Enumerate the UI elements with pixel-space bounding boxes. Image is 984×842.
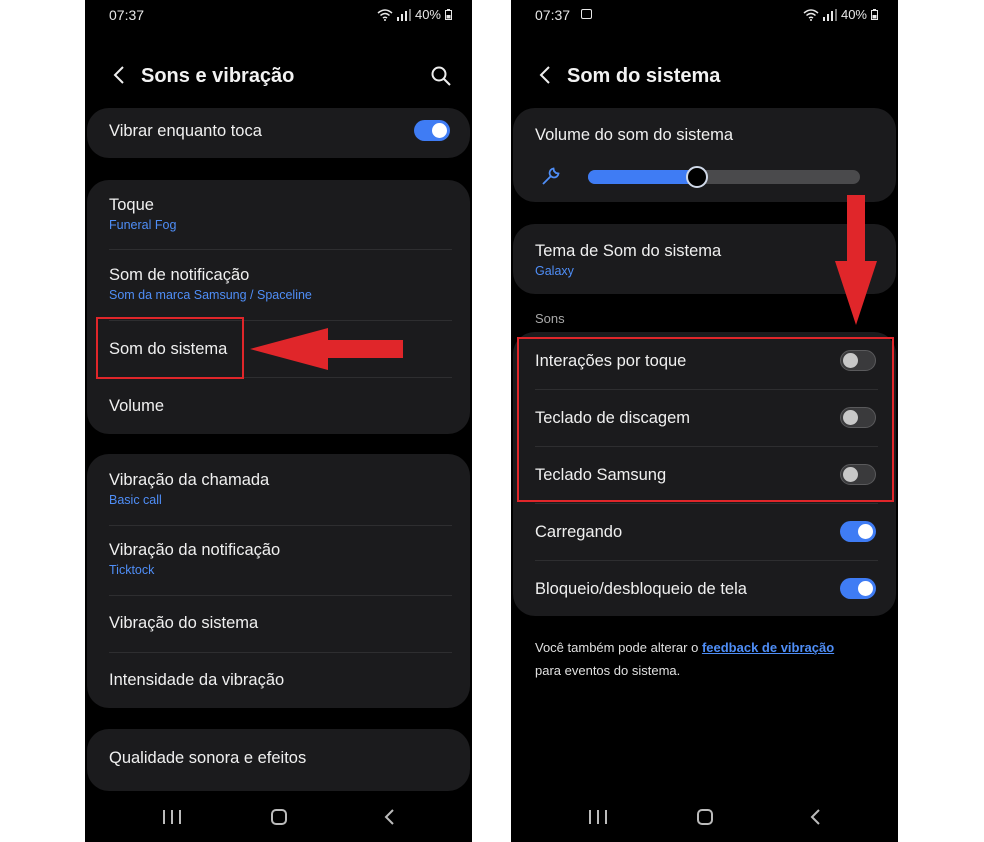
signal-icon (822, 8, 837, 21)
system-volume-slider[interactable] (588, 166, 860, 188)
recent-apps-icon[interactable] (589, 810, 607, 824)
screen-lock-label: Bloqueio/desbloqueio de tela (535, 580, 747, 598)
note-prefix: Você também pode alterar o (535, 640, 702, 655)
volume-label: Volume (109, 397, 165, 415)
wifi-icon (377, 8, 393, 21)
sound-theme-row[interactable]: Tema de Som do sistema Galaxy (535, 242, 878, 278)
right-phone-screen: 07:37 40% Som do sistema Volume do som d… (511, 0, 898, 842)
vibration-card: Vibração da chamada Basic call Vibração … (87, 454, 470, 708)
notification-sound-row[interactable]: Som de notificação Som da marca Samsung … (109, 266, 452, 302)
signal-icon (396, 8, 411, 21)
vibrate-while-ringing-row[interactable]: Vibrar enquanto toca (109, 122, 452, 141)
left-arrow-annotation (250, 328, 403, 370)
battery-percent: 40% (840, 7, 867, 22)
status-icons: 40% (377, 7, 452, 22)
vibration-feedback-link[interactable]: feedback de vibração (702, 640, 834, 655)
status-bar: 07:37 40% (511, 0, 898, 30)
screen-lock-toggle[interactable] (840, 578, 876, 599)
notification-vibration-label: Vibração da notificação (109, 541, 281, 559)
charging-row[interactable]: Carregando (535, 523, 878, 542)
chevron-left-icon[interactable] (533, 62, 559, 88)
vibration-intensity-label: Intensidade da vibração (109, 671, 285, 689)
call-vibration-label: Vibração da chamada (109, 471, 270, 489)
notification-vibration-row[interactable]: Vibração da notificação Ticktock (109, 541, 452, 577)
app-header: Som do sistema (511, 54, 898, 98)
vibration-feedback-note: Você também pode alterar o feedback de v… (535, 636, 878, 682)
status-bar: 07:37 40% (85, 0, 472, 30)
system-vibration-row[interactable]: Vibração do sistema (109, 614, 452, 633)
call-vibration-row[interactable]: Vibração da chamada Basic call (109, 471, 452, 507)
notification-sound-value: Som da marca Samsung / Spaceline (109, 288, 312, 302)
search-icon[interactable] (430, 65, 452, 87)
vibrate-card: Vibrar enquanto toca (87, 108, 470, 158)
status-time: 07:37 (535, 7, 571, 23)
section-label-sons: Sons (535, 311, 565, 326)
page-title: Sons e vibração (141, 65, 295, 87)
nav-back-icon[interactable] (381, 808, 399, 826)
gallery-notification-icon (581, 9, 592, 19)
battery-icon (445, 9, 452, 20)
sound-theme-value: Galaxy (535, 264, 574, 278)
home-icon[interactable] (271, 809, 287, 825)
sound-theme-label: Tema de Som do sistema (535, 242, 722, 260)
chevron-left-icon[interactable] (107, 62, 133, 88)
status-icons: 40% (803, 7, 878, 22)
call-vibration-value: Basic call (109, 493, 162, 507)
recent-apps-icon[interactable] (163, 810, 181, 824)
sounds-card: Toque Funeral Fog Som de notificação Som… (87, 180, 470, 434)
vibrate-while-ringing-toggle[interactable] (414, 120, 450, 141)
system-volume-card: Volume do som do sistema (513, 108, 896, 202)
notification-sound-label: Som de notificação (109, 266, 250, 284)
system-volume-row: Volume do som do sistema (535, 126, 878, 145)
sound-quality-row[interactable]: Qualidade sonora e efeitos (109, 749, 452, 768)
battery-percent: 40% (414, 7, 441, 22)
ringtone-value: Funeral Fog (109, 218, 177, 232)
wrench-icon[interactable] (540, 165, 562, 187)
screen-lock-row[interactable]: Bloqueio/desbloqueio de tela (535, 580, 878, 599)
system-vibration-label: Vibração do sistema (109, 614, 259, 632)
app-header: Sons e vibração (85, 54, 472, 98)
slider-fill (588, 170, 697, 184)
left-phone-screen: 07:37 40% Sons e vibração Vibrar enquant… (85, 0, 472, 842)
notification-vibration-value: Ticktock (109, 563, 155, 577)
down-arrow-annotation (835, 195, 877, 325)
ringtone-row[interactable]: Toque Funeral Fog (109, 196, 452, 232)
sound-quality-label: Qualidade sonora e efeitos (109, 749, 307, 767)
system-volume-label: Volume do som do sistema (535, 126, 734, 144)
charging-label: Carregando (535, 523, 623, 541)
note-suffix: para eventos do sistema. (535, 663, 681, 678)
wifi-icon (803, 8, 819, 21)
page-title: Som do sistema (567, 65, 721, 87)
navigation-bar (511, 804, 898, 830)
volume-row[interactable]: Volume (109, 397, 452, 416)
home-icon[interactable] (697, 809, 713, 825)
charging-toggle[interactable] (840, 521, 876, 542)
highlight-box (517, 337, 894, 502)
quality-card: Qualidade sonora e efeitos (87, 729, 470, 791)
nav-back-icon[interactable] (807, 808, 825, 826)
vibrate-while-ringing-label: Vibrar enquanto toca (109, 122, 262, 140)
ringtone-label: Toque (109, 196, 154, 214)
status-time: 07:37 (109, 7, 145, 23)
navigation-bar (85, 804, 472, 830)
highlight-box (96, 317, 244, 379)
battery-icon (871, 9, 878, 20)
vibration-intensity-row[interactable]: Intensidade da vibração (109, 671, 452, 690)
slider-thumb[interactable] (686, 166, 708, 188)
